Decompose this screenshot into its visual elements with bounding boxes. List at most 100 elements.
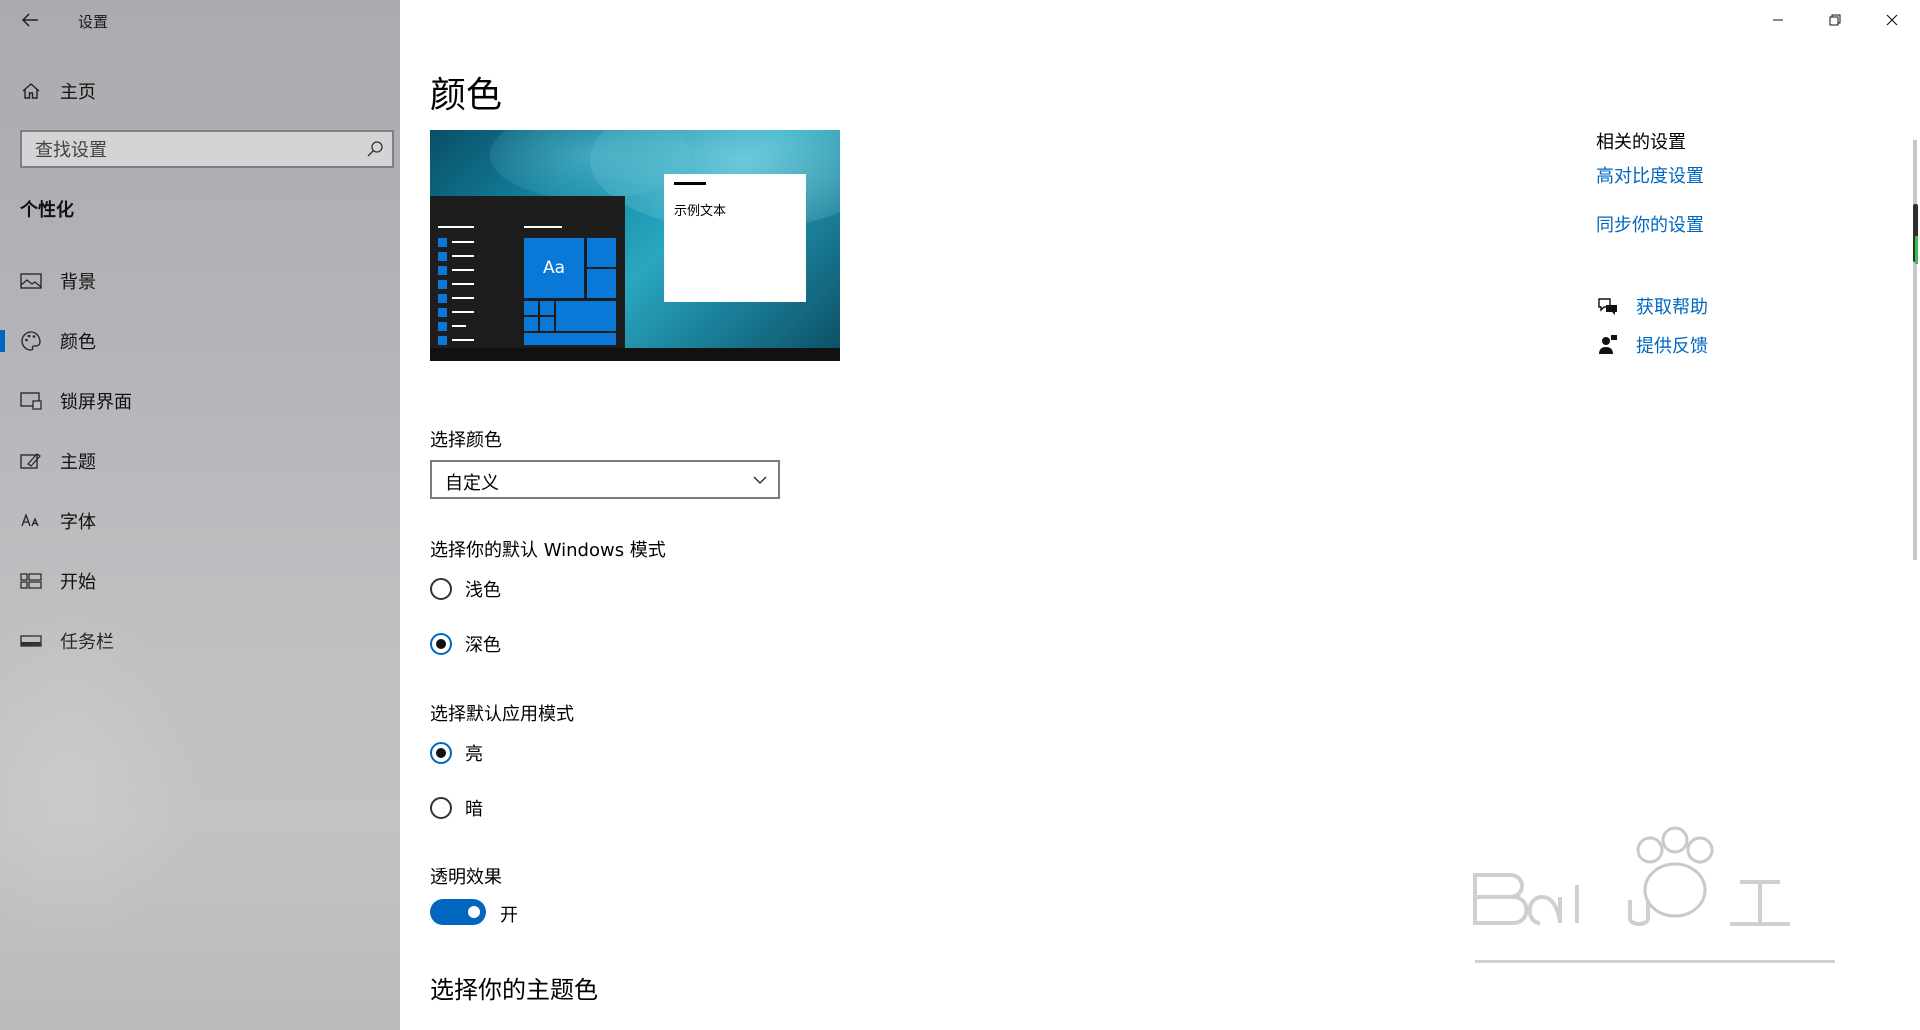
theme-icon bbox=[20, 450, 42, 472]
choose-color-label: 选择颜色 bbox=[430, 430, 502, 451]
window-controls bbox=[1749, 0, 1920, 40]
font-icon bbox=[20, 510, 42, 532]
preview-start-menu: Aa bbox=[430, 196, 625, 348]
windows-mode-dark-radio[interactable]: 深色 bbox=[430, 629, 501, 659]
get-help-link[interactable]: 获取帮助 bbox=[1596, 293, 1708, 319]
sidebar-item-label: 主题 bbox=[60, 452, 96, 473]
feedback-link[interactable]: 提供反馈 bbox=[1596, 332, 1708, 358]
toggle-knob bbox=[468, 906, 480, 918]
sidebar-item-background[interactable]: 背景 bbox=[0, 258, 400, 304]
accent-color-heading: 选择你的主题色 bbox=[430, 976, 598, 1004]
sidebar-item-label: 开始 bbox=[60, 572, 96, 593]
search-box[interactable] bbox=[20, 130, 394, 168]
preview-square bbox=[438, 336, 447, 345]
sidebar-item-label: 锁屏界面 bbox=[60, 392, 132, 413]
related-settings-title: 相关的设置 bbox=[1596, 132, 1686, 153]
app-title: 设置 bbox=[78, 13, 109, 31]
radio-circle[interactable] bbox=[430, 578, 452, 600]
high-contrast-link[interactable]: 高对比度设置 bbox=[1596, 162, 1704, 188]
chat-help-icon bbox=[1596, 294, 1620, 318]
titlebar-left: 设置 bbox=[0, 0, 400, 40]
taskbar-icon bbox=[20, 630, 42, 652]
preview-tile bbox=[524, 301, 538, 315]
radio-label: 暗 bbox=[465, 799, 483, 820]
feedback-text: 提供反馈 bbox=[1636, 336, 1708, 357]
preview-tile bbox=[587, 269, 616, 298]
preview-line bbox=[524, 226, 562, 228]
search-input[interactable] bbox=[22, 132, 367, 168]
palette-icon bbox=[20, 330, 42, 352]
preview-square bbox=[438, 294, 447, 303]
preview-taskbar bbox=[430, 348, 840, 361]
baidu-watermark-logo bbox=[1473, 826, 1835, 963]
scrollbar-accent bbox=[1915, 236, 1918, 264]
app-mode-light-radio[interactable]: 亮 bbox=[430, 738, 483, 768]
preview-window-bar bbox=[674, 182, 706, 185]
radio-circle[interactable] bbox=[430, 633, 452, 655]
minimize-button[interactable] bbox=[1749, 0, 1806, 40]
preview-line bbox=[452, 311, 474, 313]
sidebar-item-label: 字体 bbox=[60, 512, 96, 533]
restore-button[interactable] bbox=[1806, 0, 1863, 40]
preview-line bbox=[452, 283, 474, 285]
restore-icon bbox=[1829, 14, 1840, 26]
sidebar-item-label: 主页 bbox=[60, 82, 96, 103]
preview-line bbox=[452, 339, 474, 341]
color-preview: Aa 示例文本 bbox=[430, 130, 840, 361]
sidebar-item-label: 颜色 bbox=[60, 332, 96, 353]
back-button[interactable] bbox=[14, 6, 46, 34]
sidebar: 设置 主页 个性化 背景 颜色 锁屏界面 bbox=[0, 0, 400, 1030]
preview-tile bbox=[556, 301, 616, 331]
sync-settings-link[interactable]: 同步你的设置 bbox=[1596, 211, 1704, 237]
close-button[interactable] bbox=[1863, 0, 1920, 40]
sidebar-item-home[interactable]: 主页 bbox=[0, 68, 400, 114]
radio-label: 浅色 bbox=[465, 580, 501, 601]
preview-square bbox=[438, 322, 447, 331]
search-icon[interactable] bbox=[366, 140, 384, 158]
preview-square bbox=[438, 280, 447, 289]
choose-color-dropdown[interactable]: 自定义 bbox=[430, 460, 780, 499]
radio-circle[interactable] bbox=[430, 797, 452, 819]
image-icon bbox=[20, 270, 42, 292]
chevron-down-icon bbox=[753, 476, 767, 484]
feedback-person-icon bbox=[1596, 333, 1620, 357]
sidebar-item-start[interactable]: 开始 bbox=[0, 558, 400, 604]
radio-circle[interactable] bbox=[430, 742, 452, 764]
start-icon bbox=[20, 570, 42, 592]
preview-line bbox=[452, 255, 474, 257]
radio-label: 深色 bbox=[465, 635, 501, 656]
preview-tile bbox=[540, 317, 554, 331]
preview-line bbox=[452, 269, 474, 271]
scrollbar-track[interactable] bbox=[1913, 140, 1917, 560]
preview-sample-text: 示例文本 bbox=[674, 204, 727, 219]
sidebar-item-themes[interactable]: 主题 bbox=[0, 438, 400, 484]
preview-line bbox=[452, 325, 466, 327]
preview-square bbox=[438, 252, 447, 261]
sidebar-item-taskbar[interactable]: 任务栏 bbox=[0, 618, 400, 664]
close-icon bbox=[1886, 14, 1897, 26]
transparency-label: 透明效果 bbox=[430, 867, 502, 888]
radio-label: 亮 bbox=[465, 744, 483, 765]
sidebar-item-lockscreen[interactable]: 锁屏界面 bbox=[0, 378, 400, 424]
preview-tile-aa: Aa bbox=[524, 238, 584, 298]
sidebar-item-label: 任务栏 bbox=[60, 632, 114, 653]
preview-square bbox=[438, 238, 447, 247]
app-mode-dark-radio[interactable]: 暗 bbox=[430, 793, 483, 823]
app-mode-label: 选择默认应用模式 bbox=[430, 704, 574, 725]
dropdown-value: 自定义 bbox=[445, 473, 499, 494]
help-text: 获取帮助 bbox=[1636, 297, 1708, 318]
preview-tile bbox=[540, 301, 554, 315]
preview-square bbox=[438, 308, 447, 317]
sidebar-item-colors[interactable]: 颜色 bbox=[0, 318, 400, 364]
home-icon bbox=[20, 80, 42, 102]
windows-mode-light-radio[interactable]: 浅色 bbox=[430, 574, 501, 604]
transparency-toggle[interactable] bbox=[430, 899, 486, 925]
preview-line bbox=[438, 226, 474, 228]
page-title: 颜色 bbox=[430, 75, 503, 116]
sidebar-item-fonts[interactable]: 字体 bbox=[0, 498, 400, 544]
preview-tile bbox=[524, 333, 616, 345]
transparency-state: 开 bbox=[500, 905, 518, 926]
windows-mode-label: 选择你的默认 Windows 模式 bbox=[430, 540, 666, 561]
preview-sample-window: 示例文本 bbox=[664, 174, 806, 302]
sidebar-item-label: 背景 bbox=[60, 272, 96, 293]
